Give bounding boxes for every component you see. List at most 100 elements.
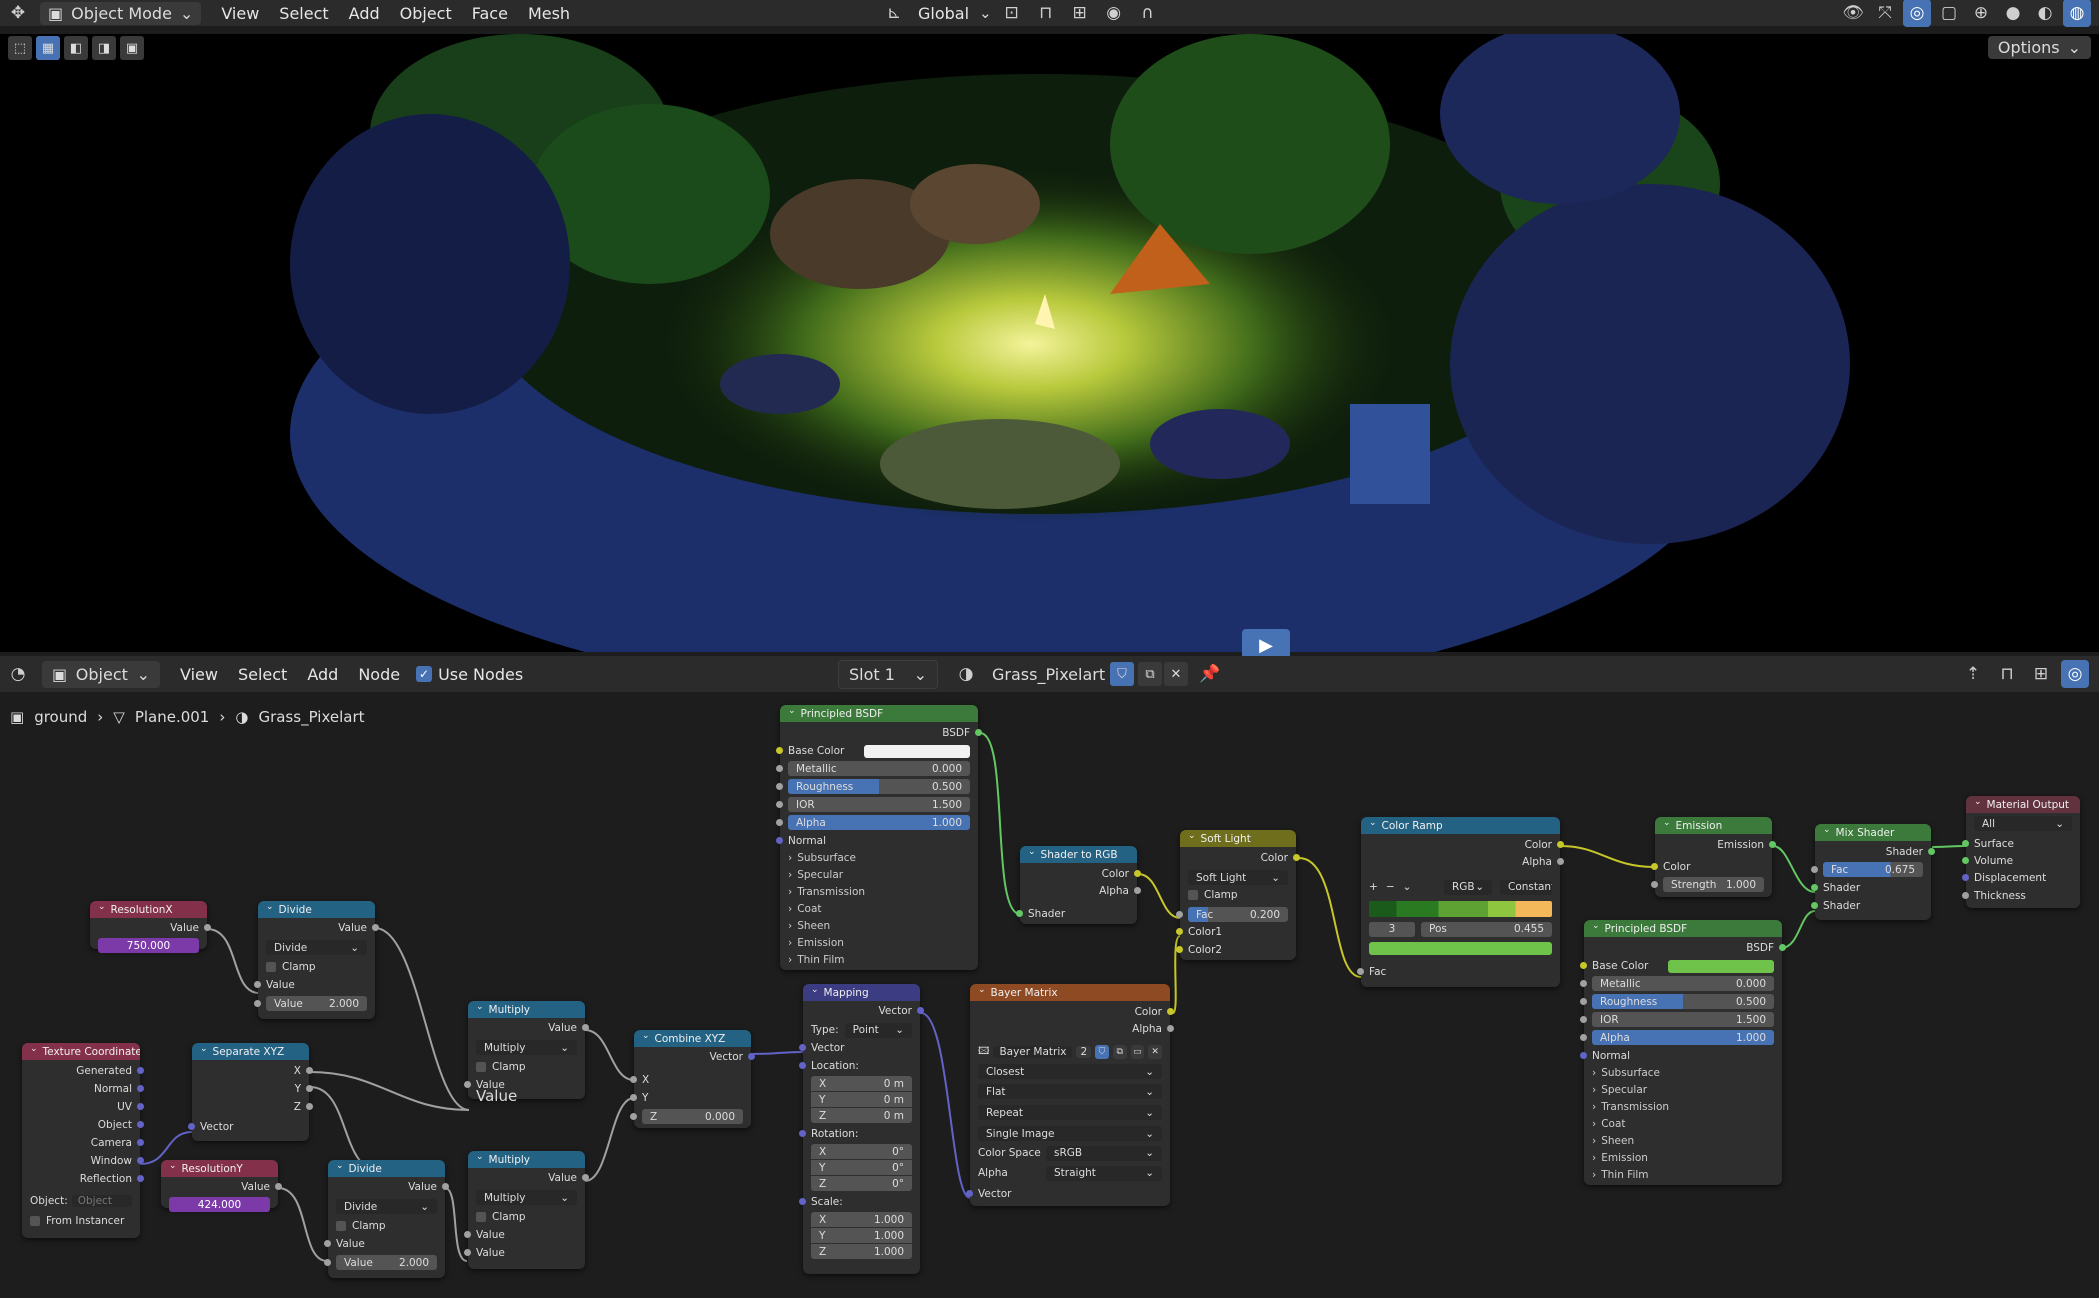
duplicate-icon[interactable]: ⧉ [1112,1045,1127,1059]
input-socket[interactable] [966,1190,973,1197]
interpolation-dropdown[interactable]: Closest ⌄ [978,1064,1162,1079]
panel-coat[interactable]: Coat [1592,1116,1774,1132]
close-icon[interactable]: ✕ [1148,1045,1162,1059]
output-socket[interactable] [137,1175,144,1182]
input-socket[interactable] [799,1130,806,1137]
input-socket[interactable] [1016,910,1023,917]
fake-user-icon[interactable]: ⛉ [1110,662,1134,686]
output-socket[interactable] [975,729,982,736]
input-socket[interactable] [1176,911,1183,918]
node-shader-to-rgb[interactable]: Shader to RGB Color Alpha Shader [1016,846,1141,924]
node-header[interactable]: Separate XYZ [192,1043,309,1060]
menu-mesh[interactable]: Mesh [518,4,580,23]
interpolation-dropdown[interactable]: Constant⌄ [1500,879,1552,895]
projection-dropdown[interactable]: Flat ⌄ [978,1084,1162,1099]
user-count[interactable]: 2 [1076,1046,1092,1058]
node-header[interactable]: Color Ramp [1361,817,1560,834]
input-socket[interactable] [799,1198,806,1205]
panel-thin-film[interactable]: Thin Film [1592,1167,1774,1183]
node-principled-bsdf-1[interactable]: Principled BSDF BSDF Base Color Metallic… [776,705,982,970]
node-header[interactable]: Principled BSDF [1584,920,1782,937]
node-resolution-x[interactable]: ResolutionX Value 750.000 [90,901,211,953]
chevron-down-icon[interactable]: ⌄ [1403,881,1412,893]
output-socket[interactable] [582,1024,589,1031]
input-socket[interactable] [630,1076,637,1083]
gizmo-icon[interactable]: ⤧ [1871,0,1899,27]
stop-index-field[interactable]: 3 [1369,921,1415,937]
output-socket[interactable] [137,1139,144,1146]
clamp-checkbox[interactable] [476,1062,486,1072]
base-color-swatch[interactable] [1668,959,1774,973]
location-z-field[interactable]: Z 0 m [811,1108,912,1123]
fac-field[interactable]: Fac 0.200 [1188,907,1288,922]
menu-object[interactable]: Object [390,4,462,23]
node-bayer-matrix[interactable]: Bayer Matrix Color Alpha 🖾 Bayer Matrix … [966,984,1174,1206]
node-header[interactable]: Multiply [468,1001,585,1018]
node-header[interactable]: Combine XYZ [634,1030,751,1047]
panel-emission[interactable]: Emission [788,935,970,951]
output-socket[interactable] [306,1067,313,1074]
solid-shading-icon[interactable]: ● [1999,0,2027,27]
node-header[interactable]: Mix Shader [1815,824,1931,841]
node-header[interactable]: Material Output [1966,796,2080,813]
node-material-output[interactable]: Material Output All ⌄ Surface Volume Disp… [1962,796,2080,908]
panel-subsurface[interactable]: Subsurface [788,850,970,866]
panel-specular[interactable]: Specular [788,867,970,883]
input-socket[interactable] [254,1000,261,1007]
xray-icon[interactable]: ▢ [1935,0,1963,27]
node-mapping[interactable]: Mapping Vector Type: Point ⌄ Vector Locati… [799,984,924,1274]
viewport-3d[interactable]: ⬚ ▦ ◧ ◨ ▣ Options ⌄ [0,34,2099,652]
input-socket[interactable] [1357,968,1364,975]
node-header[interactable]: Emission [1655,817,1772,834]
slot-dropdown[interactable]: Slot 1 ⌄ [838,659,938,689]
value-field[interactable]: Value 2.000 [266,996,367,1011]
input-socket[interactable] [630,1113,637,1120]
input-socket[interactable] [464,1249,471,1256]
input-socket[interactable] [1962,892,1969,899]
input-socket[interactable] [776,783,783,790]
output-socket[interactable] [1293,854,1300,861]
value-field[interactable]: 424.000 [169,1197,270,1212]
scale-z-field[interactable]: Z 1.000 [811,1244,912,1259]
overlays-icon[interactable]: ◎ [1903,0,1931,27]
output-socket[interactable] [748,1053,755,1060]
pin-icon[interactable]: 📌 [1196,660,1224,688]
ior-field[interactable]: IOR 1.500 [1592,1012,1774,1027]
panel-sheen[interactable]: Sheen [1592,1133,1774,1149]
panel-sheen[interactable]: Sheen [788,918,970,934]
stop-position-field[interactable]: Pos 0.455 [1421,921,1552,937]
rotation-y-field[interactable]: Y 0° [811,1160,912,1175]
panel-transmission[interactable]: Transmission [788,884,970,900]
node-header[interactable]: Divide [258,901,375,918]
node-texture-coordinate[interactable]: Texture Coordinate Generated Normal UV O… [22,1043,144,1238]
output-socket[interactable] [1928,848,1935,855]
output-socket[interactable] [1779,944,1786,951]
input-socket[interactable] [1176,928,1183,935]
input-socket[interactable] [464,1081,471,1088]
input-socket[interactable] [1651,863,1658,870]
color-mode-dropdown[interactable]: RGB ⌄ [1444,879,1492,895]
snap-icon[interactable]: ⊓ [1993,660,2021,688]
node-mix-shader[interactable]: Mix Shader Shader Fac 0.675 Shader Shader [1811,824,1935,920]
input-socket[interactable] [324,1259,331,1266]
color-space-dropdown[interactable]: sRGB ⌄ [1046,1145,1162,1161]
object-mode-dropdown[interactable]: ▣ Object Mode ⌄ [40,1,202,25]
output-socket[interactable] [1134,887,1141,894]
output-socket[interactable] [917,1007,924,1014]
value-field[interactable]: Value 2.000 [336,1255,437,1270]
duplicate-icon[interactable]: ⧉ [1138,662,1162,686]
pivot-icon[interactable]: ⊡ [998,0,1026,27]
output-socket[interactable] [204,924,211,931]
node-header[interactable]: Divide [328,1160,445,1177]
input-socket[interactable] [1580,1052,1587,1059]
node-header[interactable]: Mapping [803,984,920,1001]
node-divide-1[interactable]: Divide Value Divide ⌄ Clamp Value Value 2.… [254,901,379,1019]
output-socket[interactable] [1557,858,1564,865]
editor-type-icon[interactable]: ◔ [4,660,32,688]
output-socket[interactable] [372,924,379,931]
operation-dropdown[interactable]: Multiply ⌄ [476,1190,577,1205]
output-socket[interactable] [1134,870,1141,877]
clamp-checkbox[interactable] [336,1221,346,1231]
stop-color-swatch[interactable] [1369,942,1552,955]
node-principled-bsdf-2[interactable]: Principled BSDF BSDF Base Color Metallic… [1580,920,1786,1185]
